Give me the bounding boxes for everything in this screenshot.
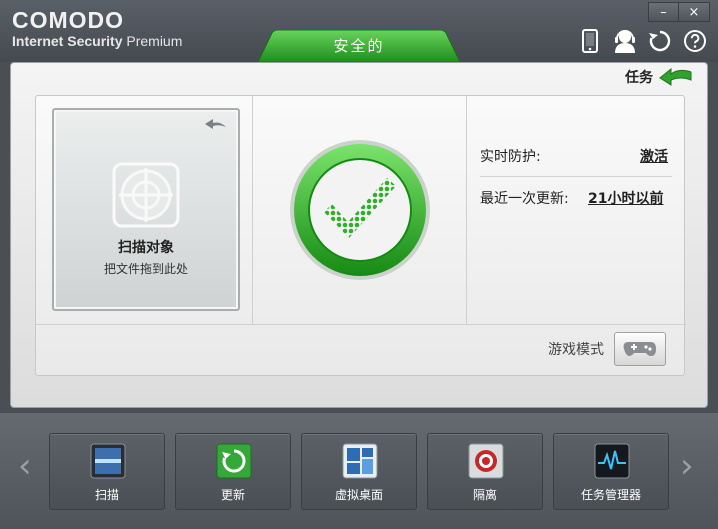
task-manager-tile[interactable]: 任务管理器: [553, 433, 669, 510]
brand-logo: COMODO: [12, 7, 125, 33]
tasks-label: 任务: [625, 70, 653, 86]
update-label: 更新: [220, 488, 245, 502]
scan-icon: [90, 443, 126, 479]
product-edition: Premium: [126, 33, 183, 49]
game-mode: 游戏模式: [548, 332, 666, 366]
status-tab: 安全的: [258, 30, 460, 62]
brand: COMODO Internet Security Premium: [12, 8, 182, 50]
divider: [252, 96, 253, 324]
scan-drop-target[interactable]: 扫描对象 把文件拖到此处: [52, 108, 240, 311]
status-card: 扫描对象 把文件拖到此处 实时防护: 激活 最近一次更新: 21小时以前 游戏模…: [35, 95, 686, 376]
realtime-protection-label: 实时防护:: [480, 149, 541, 165]
scan-tile[interactable]: 扫描: [49, 433, 165, 510]
scan-target-title: 扫描对象: [118, 240, 174, 256]
task-manager-label: 任务管理器: [580, 488, 641, 502]
nav-prev-arrow[interactable]: ‹: [18, 446, 32, 486]
virtual-desktop-label: 虚拟桌面: [334, 488, 383, 502]
realtime-protection-value[interactable]: 激活: [640, 146, 668, 166]
realtime-protection-row: 实时防护: 激活: [480, 146, 672, 166]
gamepad-icon: [623, 342, 656, 356]
main-panel: 任务 扫描对象 把文件拖到此处 实时防护: 激活 最近一次更新: 21小时以前 …: [10, 62, 708, 408]
refresh-icon[interactable]: [647, 28, 673, 54]
safe-checkmark-icon: [290, 140, 430, 280]
minimize-button[interactable]: –: [648, 2, 679, 22]
update-icon: [216, 443, 252, 479]
divider: [36, 324, 686, 325]
status-label: 安全的: [333, 37, 385, 55]
nav-next-arrow[interactable]: ›: [680, 446, 694, 486]
scan-target-subtitle: 把文件拖到此处: [103, 262, 188, 276]
last-update-row: 最近一次更新: 21小时以前: [480, 188, 680, 208]
virtual-desktop-icon: [342, 443, 378, 479]
quarantine-label: 隔离: [472, 488, 497, 502]
undo-icon: [205, 119, 226, 129]
support-icon[interactable]: [612, 28, 638, 54]
virtual-desktop-tile[interactable]: 虚拟桌面: [301, 433, 417, 510]
toolbar-icons: [577, 28, 708, 54]
product-name: Internet Security Premium: [12, 32, 182, 50]
game-mode-label: 游戏模式: [548, 342, 604, 358]
divider: [466, 96, 467, 324]
scan-label: 扫描: [94, 488, 119, 502]
quarantine-icon: [468, 443, 504, 479]
last-update-label: 最近一次更新:: [480, 191, 569, 207]
title-bar: COMODO Internet Security Premium – × 安全的: [0, 0, 718, 62]
product-name-bold: Internet Security: [12, 33, 123, 49]
quarantine-tile[interactable]: 隔离: [427, 433, 543, 510]
divider: [480, 176, 672, 177]
game-mode-button[interactable]: [614, 332, 666, 366]
phone-icon[interactable]: [577, 28, 603, 54]
help-icon[interactable]: [682, 28, 708, 54]
tasks-link[interactable]: 任务: [625, 67, 693, 87]
window-controls: – ×: [648, 2, 710, 22]
tasks-arrow-icon: [659, 68, 692, 86]
task-manager-icon: [594, 443, 630, 479]
last-update-value[interactable]: 21小时以前: [588, 188, 663, 208]
close-button[interactable]: ×: [679, 2, 710, 22]
update-tile[interactable]: 更新: [175, 433, 291, 510]
crosshair-icon: [112, 162, 180, 228]
